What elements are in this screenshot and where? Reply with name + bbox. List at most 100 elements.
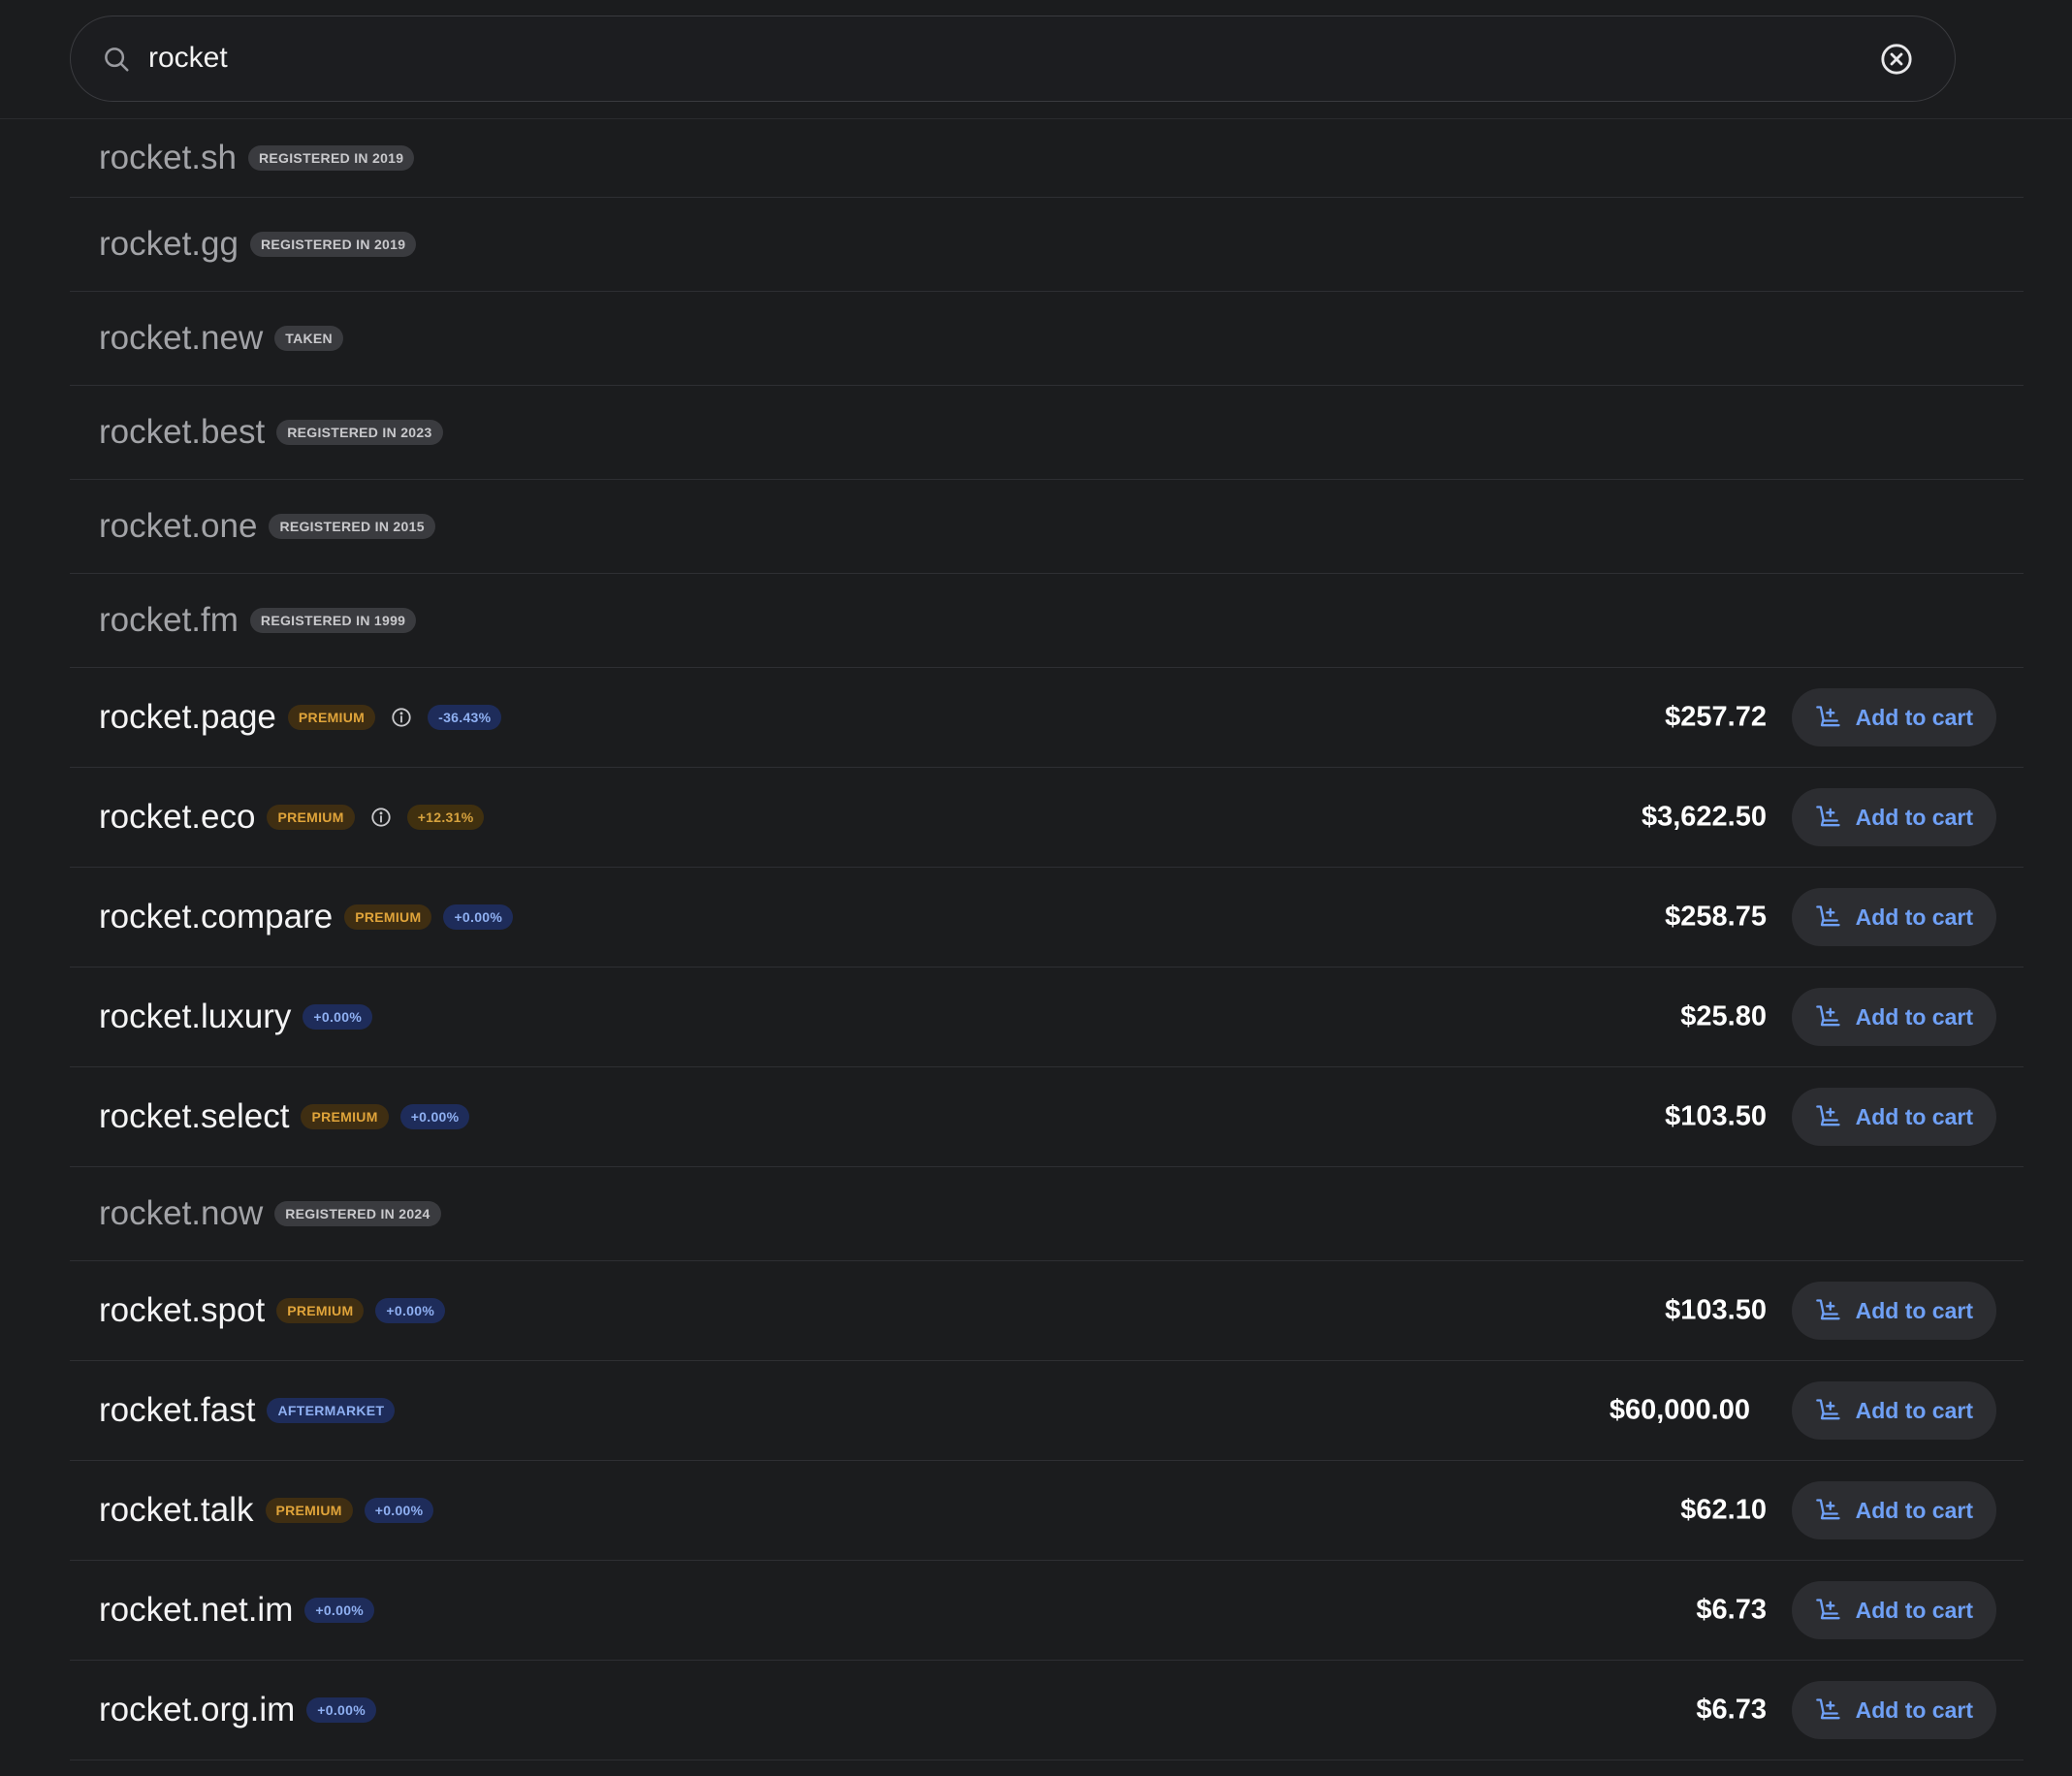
cart-add-icon [1815, 1005, 1840, 1027]
price: $103.50 [1665, 1294, 1767, 1326]
price: $3,622.50 [1641, 801, 1767, 833]
status-badge: +0.00% [303, 1004, 373, 1030]
domain-row[interactable]: rocket.org.im +0.00% $6.73 Add to cart [70, 1661, 2024, 1760]
domain-name-group: rocket.best REGISTERED IN 2023 [99, 413, 443, 452]
domain-name-group: rocket.talk PREMIUM +0.00% [99, 1491, 434, 1530]
price: $6.73 [1696, 1594, 1767, 1626]
domain-row[interactable]: rocket.fast AFTERMARKET $60,000.00 Add to c… [70, 1361, 2024, 1461]
status-badge: REGISTERED IN 2019 [249, 232, 417, 257]
domain-row[interactable]: rocket.now REGISTERED IN 2024 [70, 1167, 2024, 1261]
add-to-cart-button[interactable]: Add to cart [1791, 1681, 1996, 1739]
add-to-cart-button[interactable]: Add to cart [1791, 1481, 1996, 1539]
domain-name-group: rocket.new TAKEN [99, 319, 343, 358]
add-to-cart-button[interactable]: Add to cart [1791, 688, 1996, 746]
info-icon[interactable] [370, 807, 392, 828]
domain-row[interactable]: rocket.one REGISTERED IN 2015 [70, 480, 2024, 574]
domain-name-group: rocket.net.im +0.00% [99, 1591, 375, 1630]
price: $257.72 [1665, 701, 1767, 733]
add-to-cart-button[interactable]: Add to cart [1791, 1282, 1996, 1340]
add-to-cart-button[interactable]: Add to cart [1791, 1381, 1996, 1440]
add-to-cart-label: Add to cart [1855, 704, 1973, 730]
add-to-cart-label: Add to cart [1855, 1397, 1973, 1423]
search-bar[interactable] [70, 16, 1956, 102]
domain-name-group: rocket.now REGISTERED IN 2024 [99, 1194, 441, 1233]
price: $62.10 [1680, 1494, 1767, 1526]
domain-name-group: rocket.spot PREMIUM +0.00% [99, 1291, 446, 1330]
add-to-cart-button[interactable]: Add to cart [1791, 788, 1996, 846]
add-to-cart-label: Add to cart [1855, 1597, 1973, 1623]
status-badge: PREMIUM [301, 1104, 389, 1129]
price: $25.80 [1680, 1000, 1767, 1032]
search-header [0, 0, 2072, 119]
domain-name-group: rocket.compare PREMIUM +0.00% [99, 898, 514, 936]
price: $60,000.00 [1609, 1394, 1750, 1426]
status-badge: +0.00% [375, 1298, 446, 1323]
domain-name: rocket.now [99, 1194, 264, 1232]
add-to-cart-label: Add to cart [1855, 1697, 1973, 1723]
domain-name-group: rocket.fm REGISTERED IN 1999 [99, 601, 417, 640]
status-badge: REGISTERED IN 2024 [274, 1201, 441, 1226]
domain-name: rocket.one [99, 507, 258, 545]
domain-row[interactable]: rocket.fm REGISTERED IN 1999 [70, 574, 2024, 668]
domain-name-group: rocket.org.im +0.00% [99, 1691, 376, 1729]
domain-row[interactable]: rocket.eco PREMIUM +12.31% $3,622.50 Add to … [70, 768, 2024, 868]
domain-row[interactable]: rocket.sh REGISTERED IN 2019 [70, 119, 2024, 198]
status-badge: REGISTERED IN 1999 [249, 608, 417, 633]
domain-row[interactable]: rocket.talk PREMIUM +0.00% $62.10 Add to car… [70, 1461, 2024, 1561]
status-badge: REGISTERED IN 2023 [276, 420, 443, 445]
add-to-cart-label: Add to cart [1855, 1103, 1973, 1129]
info-icon[interactable] [391, 707, 412, 728]
domain-name: rocket.spot [99, 1291, 266, 1329]
domain-name: rocket.fm [99, 601, 239, 639]
domain-row[interactable]: rocket.select PREMIUM +0.00% $103.50 Add to … [70, 1067, 2024, 1167]
domain-name: rocket.org.im [99, 1691, 296, 1728]
domain-row[interactable]: rocket.best REGISTERED IN 2023 [70, 386, 2024, 480]
domain-row[interactable]: rocket.new TAKEN [70, 292, 2024, 386]
domain-name: rocket.gg [99, 225, 239, 263]
status-badge: REGISTERED IN 2015 [269, 514, 435, 539]
price: $103.50 [1665, 1100, 1767, 1132]
domain-name: rocket.select [99, 1097, 290, 1135]
status-badge: +0.00% [364, 1498, 434, 1523]
cart-add-icon [1815, 905, 1840, 927]
domain-row[interactable]: rocket.gg REGISTERED IN 2019 [70, 198, 2024, 292]
add-to-cart-label: Add to cart [1855, 904, 1973, 930]
add-to-cart-button[interactable]: Add to cart [1791, 888, 1996, 946]
domain-name-group: rocket.fast AFTERMARKET [99, 1391, 396, 1430]
domain-row[interactable]: rocket.luxury +0.00% $25.80 Add to cart [70, 967, 2024, 1067]
domain-name-group: rocket.gg REGISTERED IN 2019 [99, 225, 417, 264]
status-badge: PREMIUM [287, 705, 376, 730]
cart-add-icon [1815, 806, 1840, 827]
domain-name: rocket.new [99, 319, 264, 357]
domain-row[interactable]: rocket.page PREMIUM -36.43% $257.72 Add to c… [70, 668, 2024, 768]
status-badge: +0.00% [443, 904, 514, 930]
domain-name: rocket.net.im [99, 1591, 294, 1629]
domain-row[interactable]: rocket.compare PREMIUM +0.00% $258.75 Add to… [70, 868, 2024, 967]
status-badge: PREMIUM [276, 1298, 365, 1323]
domain-name-group: rocket.page PREMIUM -36.43% [99, 698, 502, 737]
cart-add-icon [1815, 1299, 1840, 1320]
add-to-cart-button[interactable]: Add to cart [1791, 1088, 1996, 1146]
status-badge: +0.00% [306, 1697, 376, 1723]
domain-name: rocket.fast [99, 1391, 256, 1429]
cart-add-icon [1815, 1599, 1840, 1620]
price: $258.75 [1665, 901, 1767, 933]
cart-add-icon [1815, 1698, 1840, 1720]
domain-name: rocket.eco [99, 798, 256, 836]
status-badge: AFTERMARKET [267, 1398, 396, 1423]
search-input[interactable] [148, 34, 1855, 82]
domain-row[interactable]: rocket.spot PREMIUM +0.00% $103.50 Add to ca… [70, 1261, 2024, 1361]
status-badge: PREMIUM [267, 805, 355, 830]
status-badge: +12.31% [406, 805, 485, 830]
clear-search-icon[interactable] [1880, 43, 1913, 76]
domain-name: rocket.talk [99, 1491, 254, 1529]
domain-name-group: rocket.select PREMIUM +0.00% [99, 1097, 470, 1136]
add-to-cart-button[interactable]: Add to cart [1791, 1581, 1996, 1639]
status-badge: +0.00% [304, 1598, 375, 1623]
domain-row[interactable]: rocket.net.im +0.00% $6.73 Add to cart [70, 1561, 2024, 1661]
price: $6.73 [1696, 1694, 1767, 1726]
add-to-cart-label: Add to cart [1855, 804, 1973, 830]
add-to-cart-button[interactable]: Add to cart [1791, 988, 1996, 1046]
cart-add-icon [1815, 1499, 1840, 1520]
domain-results-list: rocket.sh REGISTERED IN 2019 rocket.gg REGI… [70, 119, 2024, 1760]
